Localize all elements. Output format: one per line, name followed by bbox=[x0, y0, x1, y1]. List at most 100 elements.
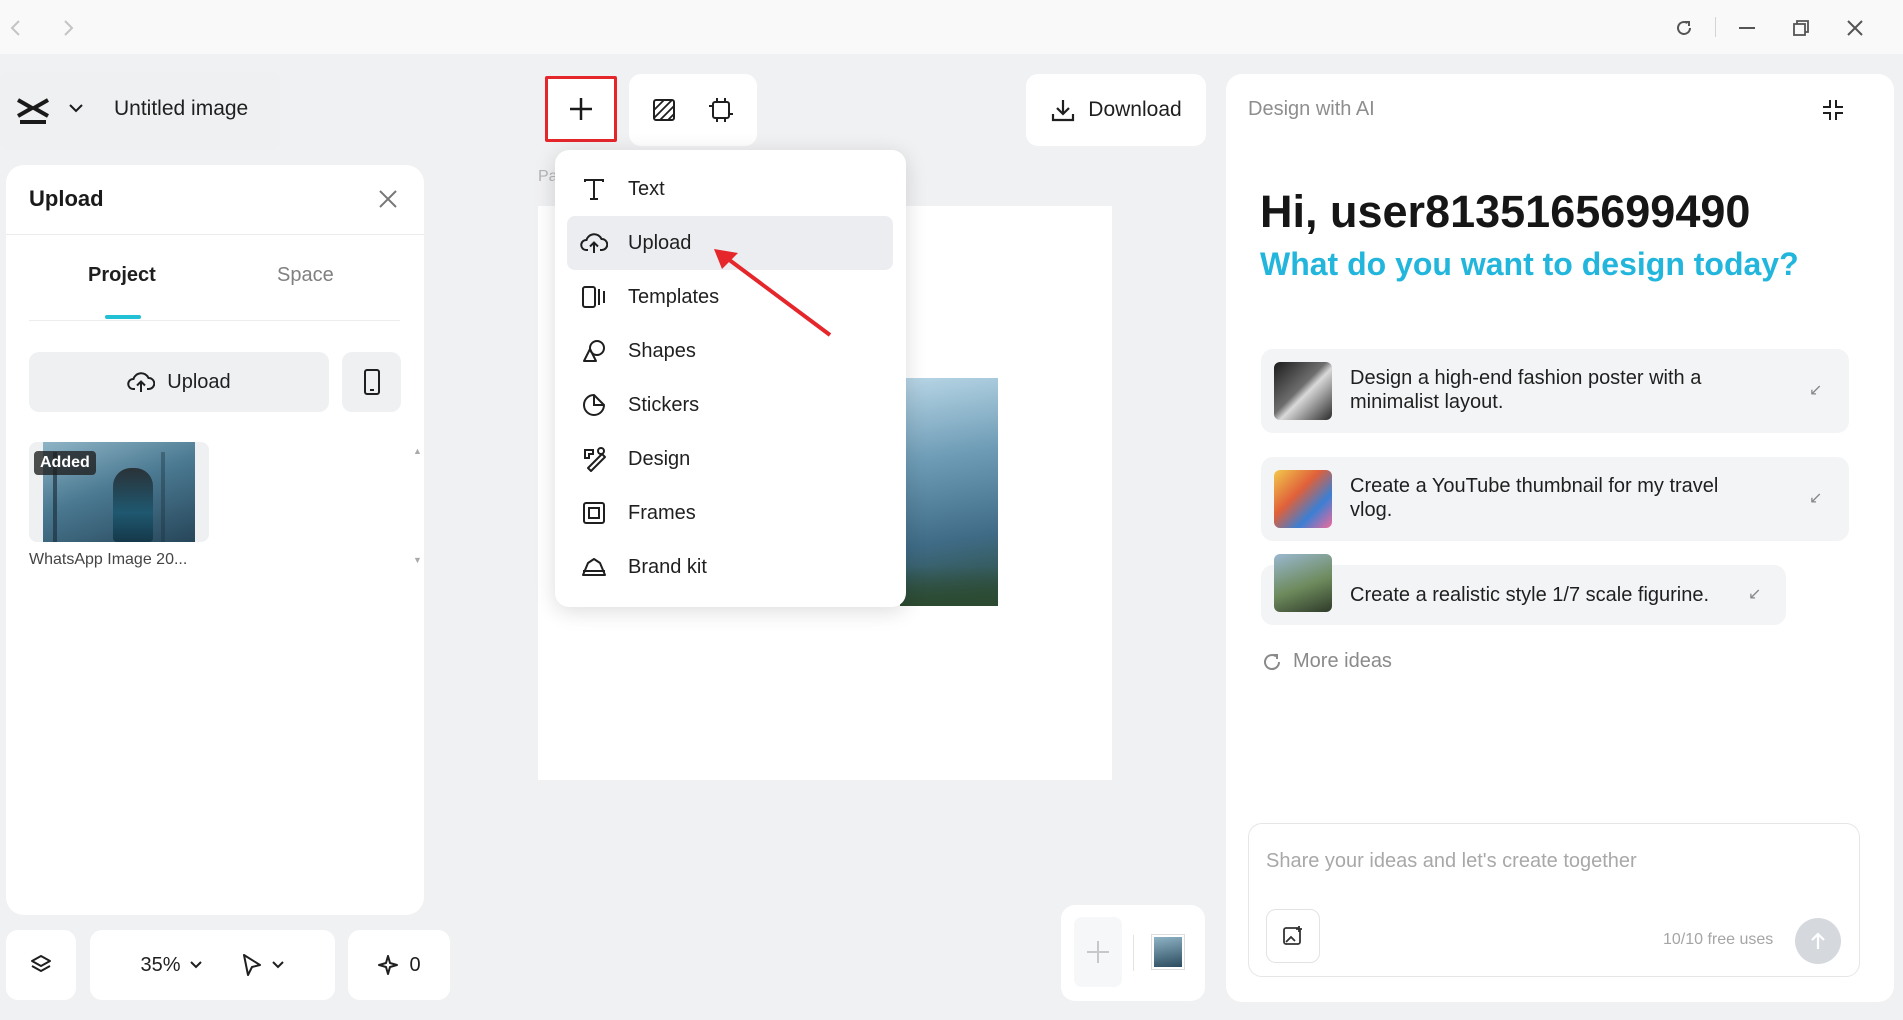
sticker-icon bbox=[580, 391, 608, 419]
brand-kit-icon bbox=[580, 553, 608, 581]
menu-item-label: Stickers bbox=[628, 393, 700, 416]
suggestion-line: Create a realistic style 1/7 scale figur… bbox=[1350, 584, 1710, 606]
ai-question: What do you want to design today? bbox=[1260, 246, 1799, 282]
ai-greeting: Hi, user8135165699490 bbox=[1260, 186, 1751, 237]
design-icon bbox=[580, 445, 608, 473]
canvas-image[interactable] bbox=[900, 378, 998, 606]
chevron-down-icon bbox=[189, 960, 203, 970]
suggestion-text: Design a high-end fashion poster with a … bbox=[1350, 366, 1701, 414]
suggestion-thumbnail bbox=[1274, 554, 1332, 612]
menu-item-design[interactable]: Design bbox=[580, 432, 890, 486]
templates-icon bbox=[580, 283, 608, 311]
layers-icon bbox=[29, 953, 53, 977]
insert-arrow-icon[interactable]: ↙ bbox=[1809, 488, 1822, 508]
page-thumbnail[interactable] bbox=[1151, 934, 1185, 970]
canvas-image-ground bbox=[900, 566, 998, 606]
pages-separator bbox=[1133, 935, 1134, 971]
menu-item-text[interactable]: Text bbox=[580, 162, 890, 216]
suggestion-thumbnail bbox=[1274, 362, 1332, 420]
layers-button[interactable] bbox=[6, 930, 76, 1000]
suggestion-text: Create a realistic style 1/7 scale figur… bbox=[1350, 583, 1709, 607]
cloud-upload-icon bbox=[580, 229, 608, 257]
pointer-icon bbox=[241, 953, 263, 977]
menu-item-label: Shapes bbox=[628, 339, 696, 362]
insert-arrow-icon[interactable]: ↙ bbox=[1809, 380, 1822, 400]
thumb-figure bbox=[113, 468, 153, 542]
document-title[interactable]: Untitled image bbox=[114, 97, 248, 121]
background-icon[interactable] bbox=[650, 96, 678, 124]
menu-item-label: Design bbox=[628, 447, 691, 470]
refresh-icon[interactable] bbox=[1668, 12, 1700, 44]
suggestion-line: Design a high-end fashion poster with a bbox=[1350, 367, 1702, 389]
phone-upload-button[interactable] bbox=[342, 352, 401, 412]
collapse-icon[interactable] bbox=[1819, 96, 1847, 124]
menu-item-label: Text bbox=[628, 177, 665, 200]
arrow-up-icon bbox=[1809, 931, 1827, 951]
send-button[interactable] bbox=[1795, 918, 1841, 964]
sparkle-icon bbox=[377, 954, 399, 976]
thumbnail-filename: WhatsApp Image 20... bbox=[29, 551, 188, 568]
menu-item-frames[interactable]: Frames bbox=[580, 486, 890, 540]
minimize-icon[interactable] bbox=[1731, 12, 1763, 44]
tab-active-indicator bbox=[105, 315, 141, 319]
resize-icon[interactable] bbox=[707, 96, 735, 124]
phone-icon bbox=[363, 368, 381, 396]
tab-space[interactable]: Space bbox=[277, 264, 334, 287]
more-ideas-label: More ideas bbox=[1293, 650, 1392, 672]
zoom-select[interactable]: 35% bbox=[140, 954, 202, 977]
ai-prompt-input[interactable] bbox=[1266, 846, 1836, 876]
capcut-logo-icon[interactable] bbox=[16, 96, 50, 126]
panel-title: Upload bbox=[29, 186, 104, 211]
title-bar bbox=[0, 0, 1903, 54]
plus-icon bbox=[1085, 939, 1111, 965]
divider bbox=[6, 234, 424, 235]
text-icon bbox=[580, 175, 608, 203]
menu-item-label: Brand kit bbox=[628, 555, 707, 578]
zoom-controls: 35% bbox=[90, 930, 335, 1000]
close-panel-icon[interactable] bbox=[377, 188, 399, 210]
forward-icon[interactable] bbox=[52, 12, 84, 44]
scroll-down-icon[interactable]: ▼ bbox=[413, 555, 422, 565]
ai-credits-button[interactable]: 0 bbox=[348, 930, 450, 1000]
back-icon[interactable] bbox=[0, 12, 32, 44]
image-add-icon bbox=[1281, 924, 1305, 948]
chevron-down-icon[interactable] bbox=[68, 102, 84, 114]
suggestion-line: vlog. bbox=[1350, 499, 1393, 521]
frame-icon bbox=[580, 499, 608, 527]
more-ideas-button[interactable]: More ideas bbox=[1261, 650, 1392, 673]
added-badge: Added bbox=[34, 451, 96, 475]
tab-project[interactable]: Project bbox=[88, 264, 156, 287]
insert-arrow-icon[interactable]: ↙ bbox=[1748, 584, 1761, 604]
download-button[interactable]: Download bbox=[1026, 74, 1206, 146]
annotation-arrow bbox=[710, 245, 840, 340]
add-element-button[interactable] bbox=[545, 76, 617, 142]
suggestion-thumbnail bbox=[1274, 470, 1332, 528]
plus-icon bbox=[568, 96, 594, 122]
chevron-down-icon bbox=[271, 960, 285, 970]
shapes-icon bbox=[580, 337, 608, 365]
restore-icon[interactable] bbox=[1785, 12, 1817, 44]
pointer-select[interactable] bbox=[241, 953, 285, 977]
cloud-upload-icon bbox=[127, 370, 156, 394]
menu-item-label: Upload bbox=[628, 231, 692, 254]
suggestion-line: Create a YouTube thumbnail for my travel bbox=[1350, 475, 1719, 497]
menu-item-label: Templates bbox=[628, 285, 720, 308]
close-icon[interactable] bbox=[1839, 12, 1871, 44]
zoom-level: 35% bbox=[140, 953, 181, 976]
add-page-button[interactable] bbox=[1074, 917, 1122, 987]
menu-item-stickers[interactable]: Stickers bbox=[580, 378, 890, 432]
download-icon bbox=[1050, 97, 1076, 123]
ai-panel-title: Design with AI bbox=[1248, 98, 1375, 120]
upload-button[interactable]: Upload bbox=[29, 352, 329, 412]
add-image-button[interactable] bbox=[1266, 909, 1320, 963]
thumb-tree bbox=[161, 452, 165, 542]
download-label: Download bbox=[1088, 98, 1182, 121]
suggestion-line: minimalist layout. bbox=[1350, 391, 1504, 413]
ai-credit-count: 0 bbox=[409, 953, 421, 976]
titlebar-separator bbox=[1715, 17, 1716, 37]
menu-item-brand-kit[interactable]: Brand kit bbox=[580, 540, 890, 594]
refresh-icon bbox=[1261, 651, 1283, 673]
upload-button-label: Upload bbox=[167, 370, 231, 393]
menu-item-label: Frames bbox=[628, 501, 696, 524]
scroll-up-icon[interactable]: ▲ bbox=[413, 446, 422, 456]
